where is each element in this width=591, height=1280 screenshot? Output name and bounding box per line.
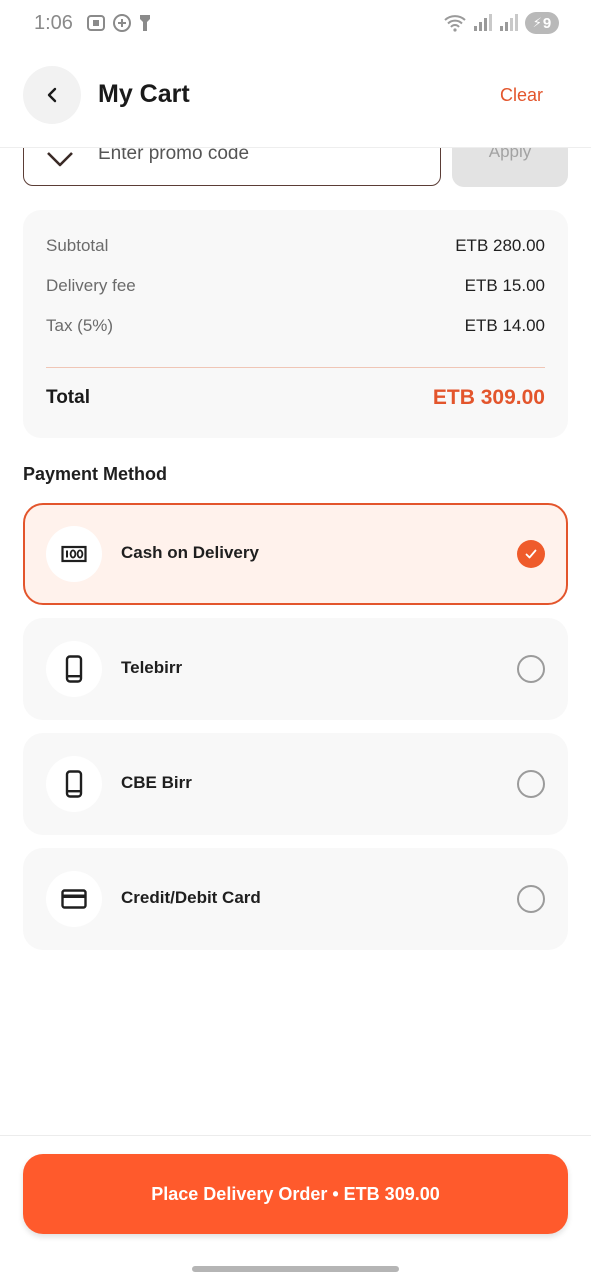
pay-icon-container	[46, 756, 102, 812]
pay-icon-container	[46, 526, 102, 582]
tax-value: ETB 14.00	[464, 316, 545, 335]
battery-indicator: ⚡ 9	[525, 12, 559, 34]
tax-label: Tax (5%)	[46, 316, 114, 335]
promo-code-input[interactable]: Enter promo code	[23, 148, 441, 186]
promo-section: Enter promo code Apply	[0, 148, 591, 190]
status-bar: 1:06 ⚡ 9	[0, 0, 591, 48]
tax-row: Tax (5%) ETB 14.00	[46, 316, 545, 336]
subtotal-value: ETB 280.00	[455, 236, 545, 255]
subtotal-label: Subtotal	[46, 236, 109, 255]
apply-label: Apply	[488, 148, 532, 161]
chevron-left-icon	[47, 87, 57, 103]
apply-promo-button[interactable]: Apply	[452, 148, 568, 187]
bottom-action-bar: Place Delivery Order • ETB 309.00	[0, 1135, 591, 1280]
credit-card-icon	[61, 889, 87, 909]
signal-icon	[474, 14, 492, 31]
cash-icon	[61, 545, 87, 563]
tag-icon	[47, 152, 73, 167]
radio-selected[interactable]	[517, 540, 545, 568]
payment-option-label: Telebirr	[121, 658, 183, 677]
summary-divider	[46, 367, 545, 368]
app-header: My Cart Clear	[0, 48, 591, 148]
payment-option-telebirr[interactable]: Telebirr	[23, 618, 568, 720]
payment-option-cbe-birr[interactable]: CBE Birr	[23, 733, 568, 835]
payment-option-cash[interactable]: Cash on Delivery	[23, 503, 568, 605]
signal-icon-2	[500, 14, 518, 31]
place-order-button[interactable]: Place Delivery Order • ETB 309.00	[23, 1154, 568, 1234]
pay-icon-container	[46, 641, 102, 697]
subtotal-row: Subtotal ETB 280.00	[46, 236, 545, 256]
flashlight-icon	[140, 15, 150, 31]
payment-option-card[interactable]: Credit/Debit Card	[23, 848, 568, 950]
pay-icon-container	[46, 871, 102, 927]
order-summary: Subtotal ETB 280.00 Delivery fee ETB 15.…	[23, 210, 568, 438]
radio-unselected[interactable]	[517, 885, 545, 913]
delivery-fee-label: Delivery fee	[46, 276, 136, 295]
payment-option-label: CBE Birr	[121, 773, 192, 792]
system-icons: ⚡ 9	[443, 12, 559, 34]
promo-placeholder: Enter promo code	[98, 148, 250, 164]
radio-unselected[interactable]	[517, 655, 545, 683]
delivery-fee-value: ETB 15.00	[464, 276, 545, 295]
delivery-fee-row: Delivery fee ETB 15.00	[46, 276, 545, 296]
wifi-icon	[444, 15, 466, 32]
status-time: 1:06	[34, 12, 73, 34]
back-button[interactable]	[23, 66, 81, 124]
checkmark-icon	[525, 549, 537, 559]
payment-method-title: Payment Method	[23, 464, 168, 484]
clear-cart-button[interactable]: Clear	[500, 85, 543, 106]
notification-icons	[86, 13, 152, 33]
phone-icon	[65, 770, 83, 798]
page-title: My Cart	[98, 80, 190, 108]
home-indicator[interactable]	[192, 1266, 399, 1272]
total-value: ETB 309.00	[432, 386, 545, 409]
total-label: Total	[46, 387, 90, 408]
total-row: Total ETB 309.00	[46, 386, 545, 410]
place-order-label: Place Delivery Order • ETB 309.00	[151, 1183, 440, 1204]
payment-option-label: Cash on Delivery	[121, 543, 259, 562]
phone-icon	[65, 655, 83, 683]
payment-option-label: Credit/Debit Card	[121, 888, 261, 907]
screenshot-icon	[87, 15, 105, 31]
radio-unselected[interactable]	[517, 770, 545, 798]
chat-plus-icon	[113, 14, 131, 32]
